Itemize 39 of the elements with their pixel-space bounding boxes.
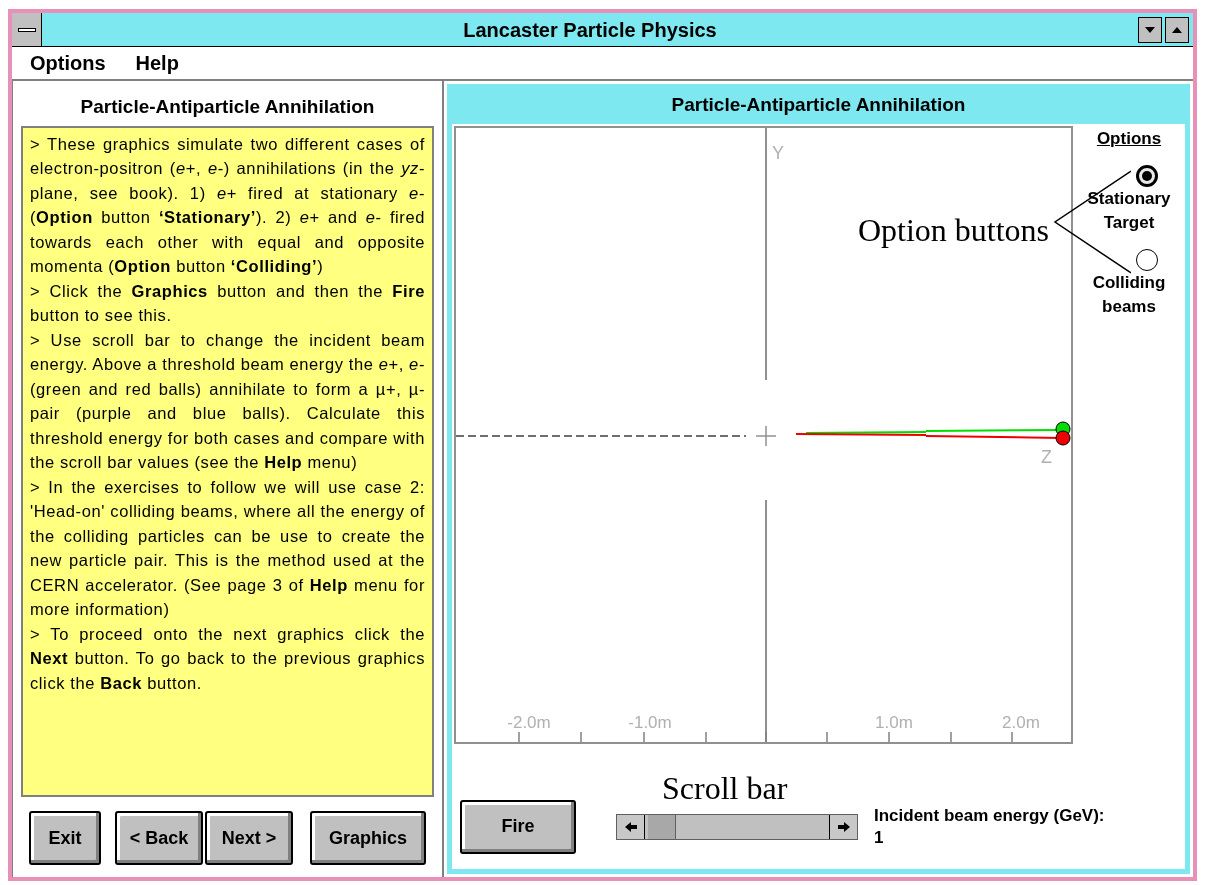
tick-label: 1.0m xyxy=(875,711,913,734)
radio-label: Colliding beams xyxy=(1091,272,1167,318)
instruction-text: > Click the Graphics button and then the Fire button to see this. xyxy=(30,280,425,326)
minus-icon xyxy=(17,27,36,32)
fire-button[interactable]: Fire xyxy=(460,799,576,854)
nav-button[interactable]: < Back xyxy=(115,811,203,865)
instruction-text: > Use scroll bar to change the incident beam energy. Above a threshold beam energy the e+, e- (green and red balls) annihilate to form a µ+, µ- pair (purple and blue balls). Calculate this threshold energy for both cases and compare with the scroll bar values (see the Help menu) xyxy=(30,329,425,473)
option-radio[interactable]: Colliding beams xyxy=(1076,249,1182,319)
panel-title: Particle-Antiparticle Annihilation xyxy=(79,95,376,119)
system-menu-button[interactable] xyxy=(12,13,42,46)
instruction-text: > In the exercises to follow we will use case 2: 'Head-on' colliding beams, where all the energy of the colliding particles can be use to create the new particle pair. This is the method used at the CERN accelerator. (See page 3 of Help menu for more information) xyxy=(30,476,425,620)
instruction-text: > To proceed onto the next graphics click the Next button. To go back to the previous graphics click the Back button. xyxy=(30,623,425,694)
annotation-text: Scroll bar xyxy=(662,768,788,808)
annotation-text: Option buttons xyxy=(857,210,1049,250)
scroll-bar[interactable] xyxy=(616,813,858,840)
menu-item[interactable]: Options xyxy=(30,48,106,78)
panel-title: Particle-Antiparticle Annihilation xyxy=(452,89,1185,124)
minimize-button[interactable] xyxy=(1138,16,1162,43)
nav-button[interactable]: Exit xyxy=(29,811,101,865)
axis-label: Y xyxy=(772,141,784,165)
window-title: Lancaster Particle Physics xyxy=(462,17,718,43)
maximize-button[interactable] xyxy=(1165,16,1189,43)
caret-up-icon xyxy=(1172,26,1182,33)
arrow-left-icon xyxy=(617,814,645,839)
arrow-right-icon xyxy=(829,814,857,839)
option-radio[interactable]: Stationary Target xyxy=(1076,165,1182,235)
options-heading: Options xyxy=(1096,127,1162,150)
tick-label: -2.0m xyxy=(507,711,551,734)
instruction-text: > These graphics simulate two different cases of electron-positron (e+, e-) annihilations (in the yz-plane, see book). 1) e+ fired at stationary e- (Option button ‘Stationary’). 2) e+ and e- fired towards each other with equal and opposite momenta (Option button ‘Colliding’) xyxy=(30,133,425,277)
tick-label: 2.0m xyxy=(1002,711,1040,734)
tick-label: -1.0m xyxy=(628,711,672,734)
caret-down-icon xyxy=(1145,26,1155,33)
axis-label: Z xyxy=(1041,445,1052,469)
scroll-thumb[interactable] xyxy=(648,814,677,839)
menu-item[interactable]: Help xyxy=(135,48,179,78)
radio-label: Stationary Target xyxy=(1086,188,1172,234)
nav-button[interactable]: Next > xyxy=(205,811,293,865)
energy-label: Incident beam energy (GeV): 1 xyxy=(874,804,1106,849)
nav-button[interactable]: Graphics xyxy=(310,811,426,865)
